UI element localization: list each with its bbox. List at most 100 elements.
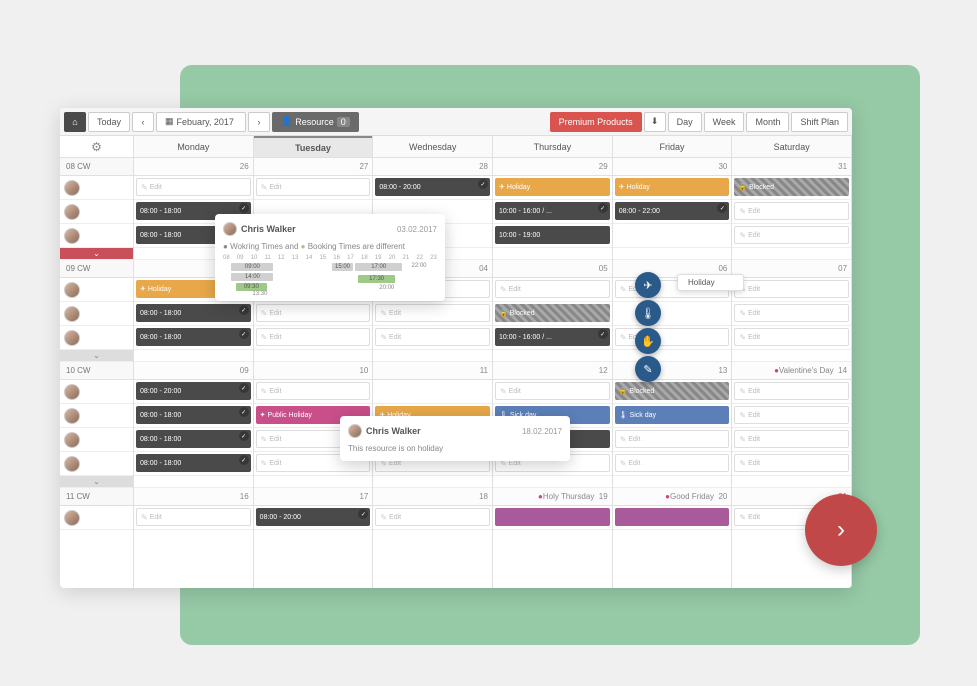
shift-block[interactable]: 08:00 - 20:00✓ xyxy=(256,508,371,526)
edit-slot[interactable]: ✎Edit xyxy=(734,454,849,472)
holiday-block[interactable] xyxy=(615,508,730,526)
pencil-icon: ✎ xyxy=(643,363,652,376)
edit-slot[interactable]: ✎Edit xyxy=(136,508,251,526)
edit-slot[interactable]: ✎Edit xyxy=(615,328,730,346)
shift-block[interactable]: 10:00 - 16:00 / ...✓ xyxy=(495,202,610,220)
settings-button[interactable]: ⚙ xyxy=(60,136,133,158)
edit-slot[interactable]: ✎Edit xyxy=(136,178,251,196)
premium-button[interactable]: Premium Products xyxy=(550,112,642,132)
collapse-toggle[interactable]: ⌄ xyxy=(60,476,133,488)
radial-action-holiday[interactable]: ✈ xyxy=(635,272,661,298)
radial-action-sick[interactable]: 🌡 xyxy=(635,300,661,326)
edit-slot[interactable]: ✎Edit xyxy=(615,454,730,472)
timeline-ticks: 08091011121314151617181920212223 xyxy=(223,255,437,261)
next-period-button[interactable]: › xyxy=(248,112,270,132)
day-column-thursday: Thursday 29 ✈Holiday 10:00 - 16:00 / ...… xyxy=(493,136,613,588)
view-shift-plan[interactable]: Shift Plan xyxy=(791,112,848,132)
period-picker[interactable]: ▦ Febuary, 2017 xyxy=(156,112,246,132)
edit-slot[interactable]: ✎Edit xyxy=(495,280,610,298)
info-icon: ✓ xyxy=(239,329,249,339)
pencil-icon: ✎ xyxy=(620,333,627,342)
resource-row[interactable] xyxy=(60,302,133,326)
resource-row[interactable] xyxy=(60,224,133,248)
shift-block[interactable]: 08:00 - 22:00✓ xyxy=(615,202,730,220)
sick-day-block[interactable]: 🌡Sick day xyxy=(615,406,730,424)
plane-icon: ✈ xyxy=(140,285,146,293)
holiday-block[interactable]: ✈Holiday xyxy=(495,178,610,196)
blocked-block[interactable]: 🔒Blocked xyxy=(615,382,730,400)
resource-row[interactable] xyxy=(60,326,133,350)
prev-period-button[interactable]: ‹ xyxy=(132,112,154,132)
avatar xyxy=(64,204,80,220)
date-cell: 17 xyxy=(254,488,373,506)
view-week[interactable]: Week xyxy=(704,112,745,132)
pencil-icon: ✎ xyxy=(739,459,746,468)
resource-row[interactable] xyxy=(60,452,133,476)
edit-slot[interactable]: ✎Edit xyxy=(615,430,730,448)
edit-slot[interactable]: ✎Edit xyxy=(734,430,849,448)
shift-block[interactable]: 10:00 - 19:00 xyxy=(495,226,610,244)
edit-slot[interactable]: ✎Edit xyxy=(734,382,849,400)
edit-slot[interactable]: ✎Edit xyxy=(375,508,490,526)
resource-row[interactable] xyxy=(60,176,133,200)
shift-block[interactable]: 08:00 - 18:00✓ xyxy=(136,454,251,472)
edit-slot[interactable]: ✎Edit xyxy=(256,304,371,322)
collapse-toggle[interactable]: ⌄ xyxy=(60,248,133,260)
resource-select[interactable]: 👤 Resource 0 xyxy=(272,112,359,132)
resource-row[interactable] xyxy=(60,278,133,302)
shift-block[interactable]: 08:00 - 20:00✓ xyxy=(136,382,251,400)
date-cell: 28 xyxy=(373,158,492,176)
info-icon: ✓ xyxy=(239,305,249,315)
edit-slot[interactable]: ✎Edit xyxy=(734,328,849,346)
edit-slot[interactable]: ✎Edit xyxy=(256,382,371,400)
radial-action-block[interactable]: ✋ xyxy=(635,328,661,354)
date-cell: 12 xyxy=(493,362,612,380)
shift-block[interactable]: 08:00 - 20:00✓ xyxy=(375,178,490,196)
holiday-block[interactable]: ✈Holiday xyxy=(615,178,730,196)
shift-block[interactable]: 10:00 - 16:00 / ...✓ xyxy=(495,328,610,346)
edit-slot[interactable]: ✎Edit xyxy=(734,280,849,298)
edit-slot[interactable]: ✎Edit xyxy=(256,178,371,196)
holiday-block[interactable] xyxy=(495,508,610,526)
pencil-icon: ✎ xyxy=(380,513,387,522)
pencil-icon: ✎ xyxy=(261,387,268,396)
edit-slot[interactable]: ✎Edit xyxy=(375,328,490,346)
edit-slot[interactable]: ✎Edit xyxy=(734,406,849,424)
shift-block[interactable]: 08:00 - 18:00✓ xyxy=(136,406,251,424)
view-month[interactable]: Month xyxy=(746,112,789,132)
edit-slot[interactable]: ✎Edit xyxy=(495,382,610,400)
collapse-toggle[interactable]: ⌄ xyxy=(60,350,133,362)
radial-action-edit[interactable]: ✎ xyxy=(635,356,661,382)
today-button[interactable]: Today xyxy=(88,112,130,132)
timeline-bars: 09:00 14:00 09:30 13:30 15:00 17:00 22:0… xyxy=(223,263,437,293)
shift-block[interactable]: 08:00 - 18:00✓ xyxy=(136,328,251,346)
shift-block[interactable]: 08:00 - 18:00✓ xyxy=(136,304,251,322)
edit-slot[interactable]: ✎Edit xyxy=(734,202,849,220)
view-day[interactable]: Day xyxy=(668,112,702,132)
avatar xyxy=(64,510,80,526)
resource-row[interactable] xyxy=(60,506,133,530)
download-button[interactable]: ⬇ xyxy=(644,112,666,132)
avatar xyxy=(64,180,80,196)
blocked-block[interactable]: 🔒Blocked xyxy=(734,178,849,196)
pencil-icon: ✎ xyxy=(500,285,507,294)
edit-slot[interactable]: ✎Edit xyxy=(734,304,849,322)
blocked-block[interactable]: 🔒Blocked xyxy=(495,304,610,322)
home-button[interactable]: ⌂ xyxy=(64,112,86,132)
shift-block[interactable]: 08:00 - 18:00✓ xyxy=(136,430,251,448)
next-slide-button[interactable]: › xyxy=(805,494,877,566)
edit-slot[interactable]: ✎Edit xyxy=(256,328,371,346)
resource-column: ⚙ 08 CW ⌄ 09 CW ⌄ 10 CW ⌄ 11 CW xyxy=(60,136,134,588)
date-cell: 29 xyxy=(493,158,612,176)
edit-slot[interactable]: ✎Edit xyxy=(734,226,849,244)
resource-row[interactable] xyxy=(60,200,133,224)
date-cell: 10 xyxy=(254,362,373,380)
resource-row[interactable] xyxy=(60,428,133,452)
plane-icon: ✈ xyxy=(499,183,505,191)
day-header: Saturday xyxy=(732,136,851,158)
resource-row[interactable] xyxy=(60,404,133,428)
edit-slot[interactable]: ✎Edit xyxy=(375,304,490,322)
avatar xyxy=(64,384,80,400)
date-cell: 11 xyxy=(373,362,492,380)
resource-row[interactable] xyxy=(60,380,133,404)
